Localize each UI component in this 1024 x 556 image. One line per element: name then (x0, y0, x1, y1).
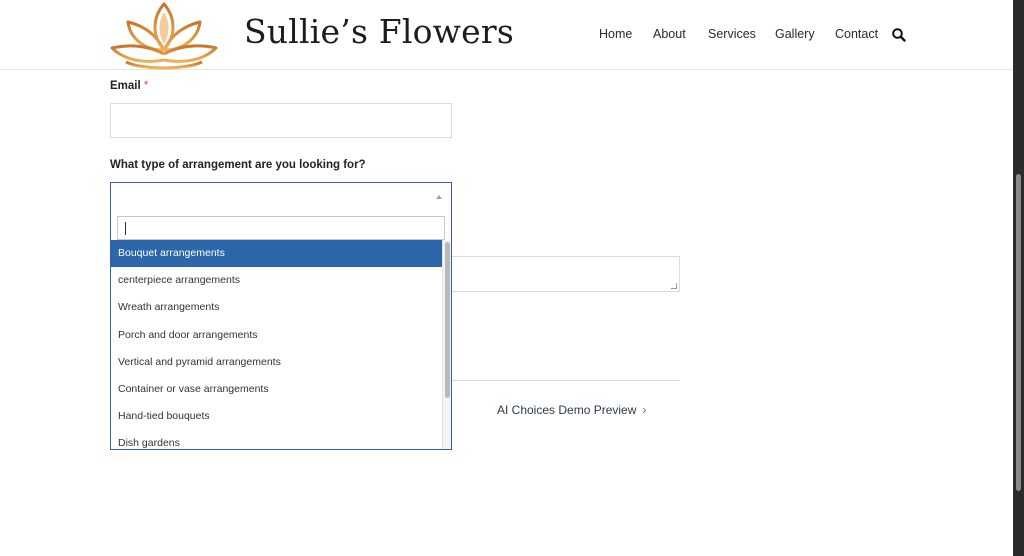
divider (452, 380, 680, 381)
arrangement-dropdown: Bouquet arrangements centerpiece arrange… (110, 212, 452, 450)
required-mark: * (143, 80, 149, 92)
page-scrollbar-thumb[interactable] (1016, 174, 1021, 491)
dropdown-option[interactable]: Wreath arrangements (111, 294, 442, 321)
email-label: Email * (110, 80, 148, 92)
email-field[interactable] (110, 103, 452, 138)
dropdown-scrollbar-thumb[interactable] (445, 242, 450, 398)
site-title[interactable]: Sullie’s Flowers (244, 12, 514, 51)
dropdown-option[interactable]: Bouquet arrangements (111, 240, 442, 268)
email-label-text: Email (110, 80, 141, 92)
dropdown-option[interactable]: Porch and door arrangements (111, 322, 442, 349)
text-cursor (125, 222, 126, 235)
arrangement-label: What type of arrangement are you looking… (110, 159, 366, 171)
nav-gallery[interactable]: Gallery (775, 27, 815, 41)
site-header: Sullie’s Flowers Home About Services Gal… (0, 0, 1013, 70)
dropdown-scrollbar[interactable] (442, 240, 451, 449)
arrangement-select[interactable] (110, 182, 452, 213)
nav-about[interactable]: About (653, 27, 686, 41)
lotus-logo-icon[interactable] (108, 0, 220, 70)
page-scrollbar[interactable] (1013, 0, 1024, 556)
dropdown-options-list: Bouquet arrangements centerpiece arrange… (111, 240, 442, 449)
dropdown-option[interactable]: Container or vase arrangements (111, 376, 442, 403)
dropdown-option[interactable]: centerpiece arrangements (111, 267, 442, 294)
message-textarea[interactable] (452, 256, 680, 292)
dropdown-option[interactable]: Dish gardens (111, 430, 442, 449)
dropdown-search-input[interactable] (117, 216, 445, 240)
next-post-label: AI Choices Demo Preview (497, 403, 637, 417)
select-arrow-up-icon (436, 195, 442, 199)
nav-contact[interactable]: Contact (835, 27, 878, 41)
resize-handle-icon[interactable] (671, 283, 677, 289)
dropdown-option[interactable]: Vertical and pyramid arrangements (111, 349, 442, 376)
chevron-right-icon: › (642, 403, 647, 417)
dropdown-option[interactable]: Hand-tied bouquets (111, 403, 442, 430)
nav-services[interactable]: Services (708, 27, 756, 41)
next-post-link[interactable]: AI Choices Demo Preview › (497, 403, 646, 417)
search-icon[interactable] (891, 27, 907, 43)
nav-home[interactable]: Home (599, 27, 632, 41)
